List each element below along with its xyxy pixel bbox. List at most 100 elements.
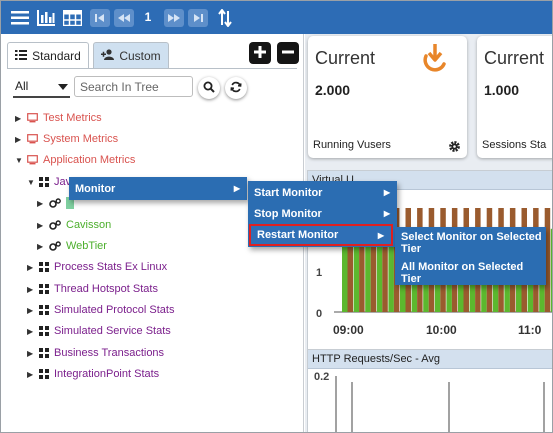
x-tick-label: 11:0 <box>518 323 542 337</box>
collapse-all-button[interactable] <box>277 42 299 64</box>
expand-all-button[interactable] <box>249 42 271 64</box>
tab-custom-label: Custom <box>119 48 161 63</box>
caret-down-icon: ▼ <box>15 155 23 165</box>
card-footer: Sessions Sta <box>482 139 547 151</box>
caret-down-icon: ▼ <box>27 177 35 187</box>
tree-item-webtier[interactable]: ▶ WebTier <box>37 237 107 255</box>
grid-icon[interactable] <box>61 8 83 28</box>
tab-standard-label: Standard <box>32 48 81 63</box>
menu-item-restart-monitor[interactable]: Restart Monitor ▶ <box>249 224 393 246</box>
menu-item-select-monitor-tier[interactable]: Select Monitor on Selected Tier <box>395 231 546 257</box>
grid-icon <box>39 369 49 379</box>
card-footer: Running Vusers <box>313 139 391 151</box>
page-number[interactable]: 1 <box>139 7 157 27</box>
tree-item-application-metrics[interactable]: ▼ Application Metrics <box>15 151 135 169</box>
card-title: Current <box>484 48 545 68</box>
submenu-arrow-icon: ▶ <box>383 209 390 218</box>
cogs-icon <box>49 220 61 230</box>
prev-page-icon[interactable] <box>114 9 134 27</box>
caret-right-icon: ▶ <box>27 326 34 336</box>
list-icon <box>15 49 28 63</box>
grid-icon <box>39 177 49 187</box>
line-chart <box>335 376 545 432</box>
filter-dropdown[interactable]: All <box>13 76 70 98</box>
tree-item-test-metrics[interactable]: ▶ Test Metrics <box>15 109 102 127</box>
y-tick-label: 0 <box>316 308 323 320</box>
caret-right-icon: ▶ <box>37 220 44 230</box>
next-page-icon[interactable] <box>164 9 184 27</box>
caret-right-icon: ▶ <box>15 134 22 144</box>
menu-item-monitor[interactable]: Monitor ▶ <box>69 178 247 199</box>
tree-item-java[interactable]: ▼ Jav <box>27 173 71 191</box>
grid-icon <box>39 326 49 336</box>
tree-label: Process Stats Ex Linux <box>54 261 168 273</box>
tree-label: Business Transactions <box>54 347 165 359</box>
menu-item-start-monitor[interactable]: Start Monitor ▶ <box>248 182 397 203</box>
menu-item-label: Stop Monitor <box>254 207 322 220</box>
tab-custom[interactable]: Custom <box>93 42 169 68</box>
tree-item-business-transactions[interactable]: ▶ Business Transactions <box>27 344 164 362</box>
menu-item-label: Restart Monitor <box>257 229 339 241</box>
card-value: 2.000 <box>315 82 351 98</box>
tree-item-process-stats[interactable]: ▶ Process Stats Ex Linux <box>27 258 167 276</box>
caret-right-icon: ▶ <box>27 305 34 315</box>
tab-standard[interactable]: Standard <box>7 42 89 68</box>
submenu-arrow-icon: ▶ <box>377 230 384 240</box>
tree-item-integration-point[interactable]: ▶ IntegrationPoint Stats <box>27 365 159 383</box>
tree-label: IntegrationPoint Stats <box>54 368 160 380</box>
tree-label: System Metrics <box>43 133 119 145</box>
context-menu-level2: Start Monitor ▶ Stop Monitor ▶ Restart M… <box>248 181 397 247</box>
kpi-card-sessions[interactable]: Current 1.000 Sessions Sta <box>477 36 552 158</box>
last-page-icon[interactable] <box>188 9 208 27</box>
tab-divider <box>7 68 297 69</box>
tree-label: Simulated Protocol Stats <box>54 304 175 316</box>
menu-item-all-monitor-tier[interactable]: All Monitor on Selected Tier <box>395 260 546 285</box>
search-button[interactable] <box>198 77 220 99</box>
kpi-card-running-vusers[interactable]: Current 2.000 Running Vusers <box>308 36 467 158</box>
menu-item-label: All Monitor on Selected Tier <box>401 260 524 285</box>
sort-icon[interactable] <box>216 8 234 28</box>
minus-icon <box>281 45 295 62</box>
filter-value: All <box>15 79 29 93</box>
card-value: 1.000 <box>484 82 520 98</box>
submenu-arrow-icon: ▶ <box>233 184 240 193</box>
tree-item-simulated-protocol[interactable]: ▶ Simulated Protocol Stats <box>27 301 174 319</box>
caret-right-icon: ▶ <box>27 262 34 272</box>
tree-label: Cavisson <box>66 219 112 231</box>
add-user-icon <box>101 48 115 63</box>
grid-icon <box>39 348 49 358</box>
monitor-icon <box>27 155 38 165</box>
tree-label: Test Metrics <box>43 112 102 124</box>
panel-title: HTTP Requests/Sec - Avg <box>308 350 552 369</box>
bar-chart-icon[interactable] <box>35 8 57 28</box>
caret-right-icon: ▶ <box>27 284 34 294</box>
submenu-arrow-icon: ▶ <box>383 188 390 197</box>
menu-item-label: Start Monitor <box>254 186 323 199</box>
cogs-icon <box>49 241 61 251</box>
download-icon <box>420 42 450 75</box>
tree-item-system-metrics[interactable]: ▶ System Metrics <box>15 130 118 148</box>
caret-right-icon: ▶ <box>27 348 34 358</box>
monitor-icon <box>27 113 38 123</box>
x-tick-label: 10:00 <box>426 323 457 337</box>
search-input[interactable] <box>74 76 193 97</box>
caret-right-icon: ▶ <box>37 241 44 251</box>
caret-down-icon <box>58 79 68 93</box>
tree-item-thread-hotspot[interactable]: ▶ Thread Hotspot Stats <box>27 280 158 298</box>
tree-item-simulated-service[interactable]: ▶ Simulated Service Stats <box>27 322 171 340</box>
tree-label: WebTier <box>66 240 107 252</box>
menu-icon[interactable] <box>10 8 30 28</box>
top-toolbar: 1 <box>1 1 552 34</box>
refresh-button[interactable] <box>225 77 247 99</box>
tree-label: Thread Hotspot Stats <box>54 283 158 295</box>
grid-icon <box>39 284 49 294</box>
first-page-icon[interactable] <box>90 9 110 27</box>
chart-panel-http-requests: HTTP Requests/Sec - Avg 0.2 <box>307 349 552 432</box>
menu-item-stop-monitor[interactable]: Stop Monitor ▶ <box>248 203 397 224</box>
monitor-icon <box>27 134 38 144</box>
tree-label: Simulated Service Stats <box>54 325 171 337</box>
gear-icon[interactable] <box>448 140 461 156</box>
tree-label: Application Metrics <box>43 154 136 166</box>
grid-icon <box>39 262 49 272</box>
tree-item-cavisson[interactable]: ▶ Cavisson <box>37 216 111 234</box>
